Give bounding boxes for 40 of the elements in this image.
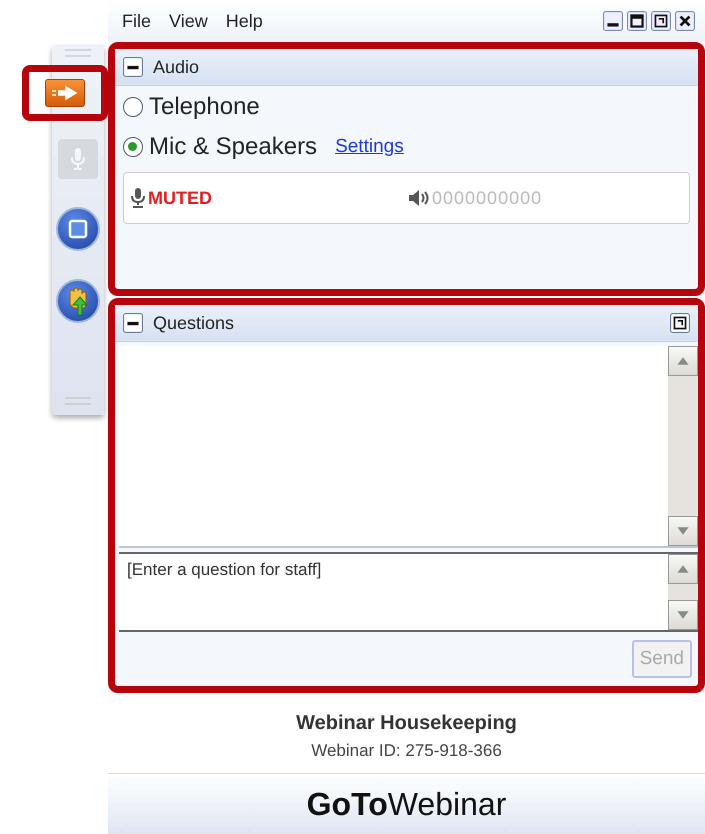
arrow-button[interactable] [45, 79, 85, 107]
panel-title: Questions [153, 312, 234, 334]
speaker-meter: 0000000000 [432, 188, 542, 208]
close-icon[interactable] [675, 11, 695, 31]
scroll-down-icon[interactable] [668, 600, 698, 630]
collapse-icon[interactable] [123, 57, 143, 77]
microphone-icon [130, 187, 146, 209]
collapse-icon[interactable] [123, 313, 143, 333]
scroll-down-icon[interactable] [668, 516, 698, 546]
panel-title: Audio [153, 56, 200, 78]
arrow-icon [50, 85, 80, 101]
menu-item[interactable]: Help [226, 10, 263, 32]
restore-icon[interactable] [651, 11, 671, 31]
radio-button[interactable] [123, 137, 143, 157]
speaker-icon [408, 189, 430, 207]
scroll-up-icon[interactable] [668, 554, 698, 584]
maximize-icon[interactable] [627, 11, 647, 31]
square-icon [68, 219, 88, 239]
menu-item[interactable]: View [169, 10, 208, 32]
option-label: Telephone [149, 93, 260, 121]
screen-button[interactable] [56, 207, 100, 251]
webinar-id: Webinar ID: 275-918-366 [311, 740, 502, 760]
session-title: Webinar Housekeeping [296, 712, 517, 734]
settings-link[interactable]: Settings [335, 136, 404, 158]
option-label: Mic & Speakers [149, 133, 318, 161]
menu-item[interactable]: File [122, 10, 152, 32]
grip-icon[interactable] [65, 49, 91, 57]
microphone-icon [70, 147, 86, 171]
popout-icon[interactable] [670, 313, 690, 333]
minimize-icon[interactable] [603, 11, 623, 31]
grip-icon[interactable] [65, 397, 91, 405]
mute-status: MUTED [148, 188, 213, 208]
radio-button[interactable] [123, 97, 143, 117]
question-input[interactable]: [Enter a question for staff] [119, 552, 698, 632]
logo: GoToWebinar [306, 786, 506, 822]
question-placeholder: [Enter a question for staff] [126, 559, 322, 581]
scroll-up-icon[interactable] [668, 346, 698, 376]
raise-hand-button[interactable] [56, 279, 100, 323]
scrollbar[interactable] [668, 554, 698, 630]
scrollbar[interactable] [668, 346, 698, 546]
